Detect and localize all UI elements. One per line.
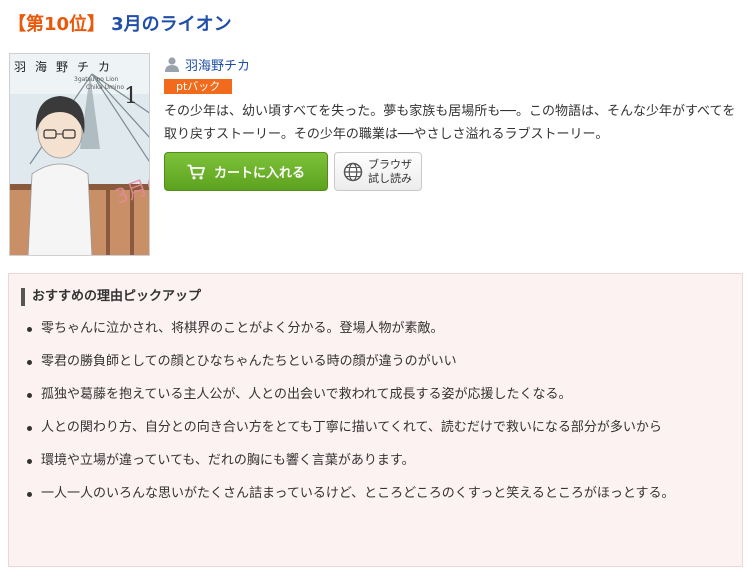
browser-trial-read-button[interactable]: ブラウザ 試し読み (334, 152, 422, 191)
rank-label: 【第10位】 (8, 14, 106, 35)
book-title[interactable]: 3月のライオン (111, 14, 232, 35)
ranking-heading: 【第10位】 3月のライオン (8, 10, 232, 36)
pt-back-badge: ptバック (164, 79, 233, 94)
cart-icon (187, 164, 205, 179)
browser-trial-label: ブラウザ 試し読み (368, 157, 412, 185)
book-info: 羽海野チカ ptバック その少年は、幼い頃すべてを失った。夢も家族も居場所も──… (164, 54, 744, 146)
author-row: 羽海野チカ (164, 54, 744, 74)
reason-item: 一人一人のいろんな思いがたくさん詰まっているけど、ところどころのくすっと笑えると… (21, 483, 728, 505)
cover-author-vertical: 羽海野チカ (14, 60, 120, 74)
reason-item: 環境や立場が違っていても、だれの胸にも響く言葉があります。 (21, 450, 728, 472)
reasons-title: おすすめの理由ピックアップ (21, 288, 728, 306)
bullet-icon (27, 492, 32, 497)
bullet-icon (27, 459, 32, 464)
person-icon (165, 57, 179, 72)
globe-icon (343, 162, 363, 181)
cover-romaji-1: 3gatsu no Lion (74, 76, 119, 83)
author-link[interactable]: 羽海野チカ (185, 55, 250, 74)
bullet-icon (27, 393, 32, 398)
reason-item: 零ちゃんに泣かされ、将棋界のことがよく分かる。登場人物が素敵。 (21, 318, 728, 340)
reasons-list: 零ちゃんに泣かされ、将棋界のことがよく分かる。登場人物が素敵。 零君の勝負師とし… (21, 318, 728, 505)
bullet-icon (27, 360, 32, 365)
cover-romaji-2: Chika Umino (86, 84, 124, 91)
reason-item: 人との関わり方、自分との向き合い方をとても丁寧に描いてくれて、読むだけで救いにな… (21, 417, 728, 439)
reason-item: 孤独や葛藤を抱えている主人公が、人との出会いで救われて成長する姿が応援したくなる… (21, 384, 728, 406)
reason-item: 零君の勝負師としての顔とひなちゃんたちといる時の顔が違うのがいい (21, 351, 728, 373)
action-buttons: カートに入れる ブラウザ 試し読み (164, 152, 422, 191)
recommendation-reasons: おすすめの理由ピックアップ 零ちゃんに泣かされ、将棋界のことがよく分かる。登場人… (8, 273, 743, 567)
bullet-icon (27, 327, 32, 332)
book-description: その少年は、幼い頃すべてを失った。夢も家族も居場所も──。この物語は、そんな少年… (164, 104, 736, 142)
cover-volume-number: 1 (124, 84, 138, 109)
add-to-cart-button[interactable]: カートに入れる (164, 152, 328, 191)
book-cover[interactable]: 3月のライオン 羽海野チカ 3gatsu no Lion Chika Umino… (9, 53, 150, 256)
bullet-icon (27, 426, 32, 431)
add-to-cart-label: カートに入れる (213, 166, 305, 181)
